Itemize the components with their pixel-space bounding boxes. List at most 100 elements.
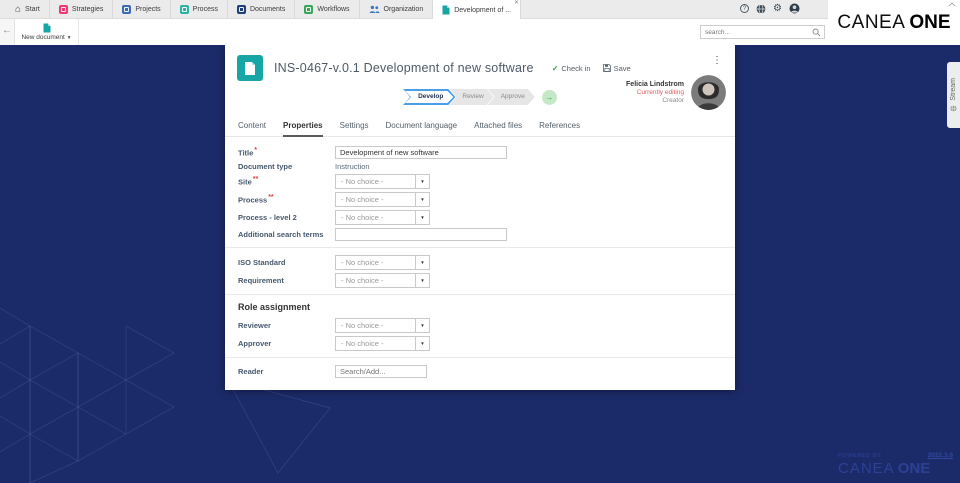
additional-search-terms-input[interactable] bbox=[335, 228, 507, 241]
site-label: Site** bbox=[238, 176, 259, 187]
save-button[interactable]: Save bbox=[602, 64, 631, 73]
divider bbox=[225, 357, 735, 358]
tab-label: Projects bbox=[135, 5, 161, 13]
workflows-icon bbox=[304, 4, 314, 14]
user-avatar-icon[interactable] bbox=[789, 3, 800, 14]
tab-label: Documents bbox=[249, 5, 286, 13]
approver-select[interactable]: - No choice - ▼ bbox=[335, 336, 430, 351]
approver-label: Approver bbox=[238, 339, 272, 348]
form-row-process-level2: Process - level 2 - No choice - ▼ bbox=[238, 210, 722, 225]
tab-start[interactable]: ⌂ Start bbox=[6, 0, 50, 18]
kebab-menu-icon[interactable]: ⋮ bbox=[712, 55, 722, 66]
global-search bbox=[700, 25, 825, 39]
tab-settings[interactable]: Settings bbox=[340, 121, 369, 136]
form-row-reader: Reader bbox=[238, 365, 722, 378]
user-panel: Felicia Lindstrom Currently editing Crea… bbox=[626, 75, 726, 110]
tab-label: Development of ... bbox=[454, 6, 512, 14]
stream-label: Stream bbox=[950, 78, 957, 101]
tab-attached-files[interactable]: Attached files bbox=[474, 121, 522, 136]
chevron-down-icon[interactable]: ▼ bbox=[415, 211, 429, 224]
chevron-down-icon[interactable]: ▼ bbox=[415, 337, 429, 350]
workflow-step-develop[interactable]: Develop bbox=[403, 89, 455, 105]
canea-one-logo: CANEA ONE bbox=[828, 0, 960, 45]
system-icons: ? ⚙ bbox=[740, 3, 800, 14]
advance-workflow-button[interactable]: → bbox=[541, 89, 557, 105]
form-row-site: Site** - No choice - ▼ bbox=[238, 174, 722, 189]
home-icon: ⌂ bbox=[15, 3, 22, 15]
tab-strategies[interactable]: Strategies bbox=[50, 0, 114, 18]
document-panel: INS-0467-v.0.1 Development of new softwa… bbox=[225, 45, 735, 390]
form-row-additional-search-terms: Additional search terms bbox=[238, 228, 722, 241]
workflow-step-approve[interactable]: Approve bbox=[488, 89, 535, 105]
gear-icon[interactable]: ⚙ bbox=[773, 3, 782, 14]
main-stage: INS-0467-v.0.1 Development of new softwa… bbox=[0, 45, 960, 483]
help-icon[interactable]: ? bbox=[740, 4, 750, 13]
tab-workflows[interactable]: Workflows bbox=[295, 0, 360, 18]
projects-icon bbox=[122, 4, 132, 14]
chevron-down-icon[interactable]: ▼ bbox=[415, 193, 429, 206]
tab-references[interactable]: References bbox=[539, 121, 580, 136]
tab-process[interactable]: Process bbox=[171, 0, 228, 18]
reviewer-select[interactable]: - No choice - ▼ bbox=[335, 318, 430, 333]
tab-properties[interactable]: Properties bbox=[283, 121, 323, 137]
tab-document-language[interactable]: Document language bbox=[386, 121, 458, 136]
additional-search-terms-label: Additional search terms bbox=[238, 230, 324, 239]
globe-icon[interactable] bbox=[756, 3, 766, 14]
collapse-chevron-icon[interactable] bbox=[948, 2, 956, 7]
form-row-process: Process** - No choice - ▼ bbox=[238, 192, 722, 207]
content-tab-bar: Content Properties Settings Document lan… bbox=[225, 121, 735, 137]
version-link[interactable]: 2022.3.6 bbox=[928, 452, 953, 459]
check-in-button[interactable]: ✓ Check in bbox=[552, 64, 591, 73]
editing-status: Currently editing bbox=[636, 89, 684, 96]
title-label: Title* bbox=[238, 147, 258, 158]
document-actions: ✓ Check in Save bbox=[552, 64, 631, 73]
form-row-iso-standard: ISO Standard - No choice - ▼ bbox=[238, 255, 722, 270]
tab-content[interactable]: Content bbox=[238, 121, 266, 136]
document-page-icon bbox=[442, 5, 450, 15]
new-document-button[interactable]: New document ▼ bbox=[15, 19, 79, 45]
back-button[interactable]: ← bbox=[0, 19, 15, 45]
tab-projects[interactable]: Projects bbox=[113, 0, 171, 18]
tab-label: Process bbox=[192, 5, 218, 13]
process-select[interactable]: - No choice - ▼ bbox=[335, 192, 430, 207]
strategies-icon bbox=[58, 4, 68, 14]
form-row-title: Title* bbox=[238, 146, 722, 159]
stream-side-tab[interactable]: Stream bbox=[947, 62, 960, 128]
app-tab-bar: ⌂ Start Strategies Projects Process Docu… bbox=[0, 0, 828, 20]
footer-logo: CANEA ONE bbox=[838, 460, 931, 477]
search-icon[interactable] bbox=[812, 28, 821, 37]
chevron-down-icon[interactable]: ▼ bbox=[415, 175, 429, 188]
document-icon bbox=[237, 55, 263, 81]
process-label: Process** bbox=[238, 194, 274, 205]
close-icon[interactable]: ✕ bbox=[514, 0, 519, 6]
tab-documents[interactable]: Documents bbox=[228, 0, 296, 18]
reader-label: Reader bbox=[238, 367, 264, 376]
form-row-document-type: Document type Instruction bbox=[238, 162, 722, 171]
chevron-down-icon: ▼ bbox=[66, 35, 72, 41]
chevron-down-icon[interactable]: ▼ bbox=[415, 274, 429, 287]
footer-branding: POWERED BY 2022.3.6 CANEA ONE bbox=[838, 452, 953, 477]
chevron-down-icon[interactable]: ▼ bbox=[415, 319, 429, 332]
site-select[interactable]: - No choice - ▼ bbox=[335, 174, 430, 189]
document-type-value: Instruction bbox=[335, 162, 370, 171]
form-row-approver: Approver - No choice - ▼ bbox=[238, 336, 722, 351]
chevron-down-icon[interactable]: ▼ bbox=[415, 256, 429, 269]
documents-icon bbox=[236, 4, 246, 14]
process-level2-label: Process - level 2 bbox=[238, 213, 297, 222]
tab-organization[interactable]: Organization bbox=[360, 0, 434, 18]
form-row-reviewer: Reviewer - No choice - ▼ bbox=[238, 318, 722, 333]
title-input[interactable] bbox=[335, 146, 507, 159]
tab-development-active[interactable]: Development of ... ✕ bbox=[433, 0, 522, 20]
iso-standard-select[interactable]: - No choice - ▼ bbox=[335, 255, 430, 270]
search-input[interactable] bbox=[701, 28, 812, 36]
tab-label: Start bbox=[25, 5, 40, 13]
reader-input[interactable] bbox=[335, 365, 427, 378]
new-document-icon bbox=[43, 23, 50, 33]
top-chrome: ⌂ Start Strategies Projects Process Docu… bbox=[0, 0, 960, 45]
requirement-select[interactable]: - No choice - ▼ bbox=[335, 273, 430, 288]
process-level2-select[interactable]: - No choice - ▼ bbox=[335, 210, 430, 225]
workflow-step-review[interactable]: Review bbox=[449, 89, 493, 105]
reviewer-label: Reviewer bbox=[238, 321, 271, 330]
document-type-label: Document type bbox=[238, 162, 293, 171]
organization-icon bbox=[369, 5, 380, 13]
